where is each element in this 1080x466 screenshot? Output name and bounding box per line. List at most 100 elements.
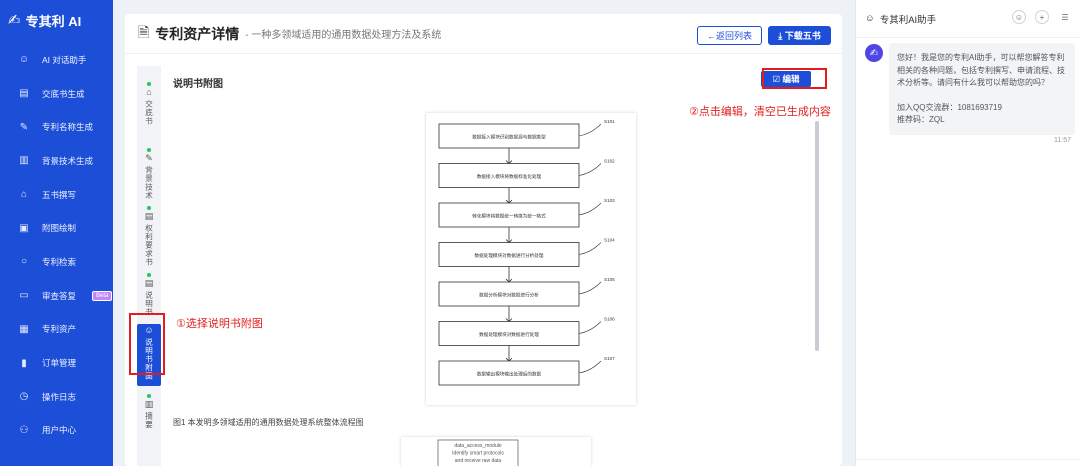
sidebar-item-label: 专利名称生成 — [42, 122, 94, 133]
patent-assets-icon: ▦ — [19, 323, 29, 335]
flowchart-svg: 数据接入模块识别数据源与数据类型 S101 数据接入模块将数据标准化处理 S102 转化… — [438, 119, 615, 386]
sidebar-item-label: 订单管理 — [42, 358, 77, 369]
flow-step-text: 数据输出模块输出处理后的数据 — [477, 371, 542, 378]
tab-abstract[interactable]: ▥ 摘要 — [137, 392, 161, 447]
search-icon: ○ — [20, 256, 28, 268]
sidebar-item-label: 背景技术生成 — [42, 155, 94, 166]
section-title: 说明书附图 — [173, 79, 223, 90]
assistant-panel: ☺ 专其利AI助手 ☺ + ☰ ✍ 您好！我是您的专利AI助手，可以帮您解答专利… — [855, 0, 1080, 466]
sidebar-item-search[interactable]: ○ 专利检索 — [0, 245, 113, 279]
assistant-title: 专其利AI助手 — [879, 14, 937, 26]
disclosure-icon: ▤ — [19, 88, 29, 100]
scrollbar[interactable] — [815, 121, 819, 351]
tab-disclosure[interactable]: ⌂ 交底书 — [137, 80, 161, 140]
sidebar-item-ai-chat[interactable]: ☺ AI 对话助手 — [0, 43, 113, 77]
flow-step-text: 数据处理模块对数据进行分析处理 — [475, 252, 544, 259]
app-title: 专其利 AI — [25, 13, 82, 29]
tab-label: 交底书 — [144, 100, 154, 126]
disclosure-icon: ⌂ — [146, 87, 152, 97]
sidebar-item-label: 操作日志 — [42, 391, 77, 402]
figure-2-svg: data_access_module Identify smart protoco… — [437, 439, 519, 466]
logo-mark-icon: ✍ — [8, 12, 21, 29]
tab-label: 背景技术 — [144, 166, 154, 200]
background-icon: ✎ — [145, 153, 153, 163]
flow-step-text: 转化模块将数据统一转换为统一格式 — [472, 213, 546, 220]
sidebar-item-drawing[interactable]: ▣ 附图绘制 — [0, 211, 113, 245]
sidebar-item-label: 附图绘制 — [42, 223, 77, 234]
drawing-icon: ▣ — [19, 222, 29, 234]
ai-chat-icon: ☺ — [18, 54, 30, 66]
module-text: and receive raw data — [455, 458, 502, 464]
beta-badge: Beta — [92, 290, 113, 301]
assistant-message: 您好！我是您的专利AI助手，可以帮您解答专利相关的各种问题，包括专利撰写、申请流… — [889, 43, 1075, 135]
sidebar-item-label: 交底书生成 — [42, 88, 85, 99]
menu-icon[interactable]: ☰ — [1058, 10, 1072, 24]
flow-leader-line — [578, 242, 602, 255]
flowchart-figure: 数据接入模块识别数据源与数据类型 S101 数据接入模块将数据标准化处理 S102 转化… — [426, 113, 636, 405]
sidebar-item-background[interactable]: ▥ 背景技术生成 — [0, 144, 113, 178]
status-dot — [147, 206, 151, 210]
status-dot — [147, 148, 151, 152]
five-docs-icon: ⌂ — [20, 189, 28, 201]
tab-label: 摘要 — [144, 412, 154, 429]
tab-claims[interactable]: ▤ 权利要求书 — [137, 204, 161, 268]
new-chat-icon[interactable]: + — [1035, 10, 1049, 24]
tab-annotation: ①选择说明书附图 — [176, 318, 263, 330]
edit-highlight-box — [762, 68, 827, 89]
download-button[interactable]: ⤓ 下载五书 — [768, 26, 831, 45]
sidebar-item-label: 用户中心 — [42, 425, 77, 436]
content-area: 说明书附图 ☑ 编辑 数据接入模块识别数据源与数据类型 S101 数据接入模块将数据… — [165, 66, 827, 466]
sidebar-item-office-action[interactable]: ▭ 审查答复 Beta — [0, 279, 113, 313]
sidebar-item-patent-name[interactable]: ✎ 专利名称生成 — [0, 110, 113, 144]
flow-step-text: 数据接入模块将数据标准化处理 — [477, 173, 542, 180]
page-title: 专利资产详情 — [155, 25, 240, 42]
status-dot — [147, 394, 151, 398]
document-icon: 🗎 — [138, 23, 150, 40]
page-subtitle: - 一种多领域适用的通用数据处理方法及系统 — [245, 30, 442, 41]
flow-leader-line — [578, 321, 602, 334]
message-time: 11:57 — [1054, 137, 1071, 144]
flow-step-code: S101 — [604, 119, 615, 124]
abstract-icon: ▥ — [144, 399, 154, 409]
sidebar-item-operation-log[interactable]: ◷ 操作日志 — [0, 380, 113, 414]
background-icon: ▥ — [19, 155, 29, 167]
sidebar-item-label: 五书撰写 — [42, 189, 77, 200]
history-icon[interactable]: ☺ — [1012, 10, 1026, 24]
sidebar: ✍ 专其利 AI ☺ AI 对话助手 ▤ 交底书生成 ✎ 专利名称生成 ▥ 背景技术生成 ⌂ 五书… — [0, 0, 113, 466]
referral-code-text: 推荐码：ZQL — [897, 115, 945, 124]
module-text: data_access_module — [454, 443, 501, 449]
flow-step-code: S106 — [604, 317, 615, 322]
sidebar-item-user-center[interactable]: ⚇ 用户中心 — [0, 414, 113, 448]
user-center-icon: ⚇ — [19, 424, 29, 436]
orders-icon: ▮ — [21, 357, 27, 369]
module-text: Identify smart protocols — [452, 451, 504, 457]
figure-caption: 图1 本发明多领域适用的通用数据处理系统整体流程图 — [173, 418, 364, 427]
qq-group-text: 加入QQ交流群：1081693719 — [897, 102, 1002, 112]
sidebar-item-label: 专利资产 — [42, 324, 77, 335]
flow-step-code: S105 — [604, 277, 615, 282]
chat-icon: ☺ — [865, 13, 875, 24]
flow-step-text: 数据接入模块识别数据源与数据类型 — [472, 134, 546, 141]
flow-leader-line — [578, 360, 602, 374]
flow-step-code: S107 — [604, 356, 615, 361]
tab-background[interactable]: ✎ 背景技术 — [137, 146, 161, 202]
message-text: 您好！我是您的专利AI助手，可以帮您解答专利相关的各种问题，包括专利撰写、申请流… — [897, 53, 1065, 87]
sidebar-item-patent-assets[interactable]: ▦ 专利资产 — [0, 313, 113, 347]
flow-step-code: S102 — [604, 159, 615, 164]
status-dot — [147, 273, 151, 277]
app-logo[interactable]: ✍ 专其利 AI — [0, 0, 113, 40]
sidebar-item-disclosure[interactable]: ▤ 交底书生成 — [0, 77, 113, 111]
section-tabs: ⌂ 交底书 ✎ 背景技术 ▤ 权利要求书 ▤ 说明书 ☺ 说明书附图 ▥ 摘要 — [137, 66, 161, 466]
claims-icon: ▤ — [144, 211, 154, 221]
back-to-list-button[interactable]: ←返回列表 — [697, 26, 762, 45]
description-icon: ▤ — [144, 278, 154, 288]
tab-label: 权利要求书 — [144, 224, 154, 267]
flow-leader-line — [578, 123, 602, 137]
sidebar-item-five-docs[interactable]: ⌂ 五书撰写 — [0, 178, 113, 212]
assistant-input-divider — [856, 459, 1080, 460]
sidebar-item-orders[interactable]: ▮ 订单管理 — [0, 346, 113, 380]
sidebar-item-label: 专利检索 — [42, 256, 77, 267]
flow-step-text: 数据处理模块对数据进行处理 — [479, 331, 539, 338]
sidebar-item-label: 审查答复 — [42, 290, 77, 301]
assistant-avatar: ✍ — [865, 44, 883, 62]
